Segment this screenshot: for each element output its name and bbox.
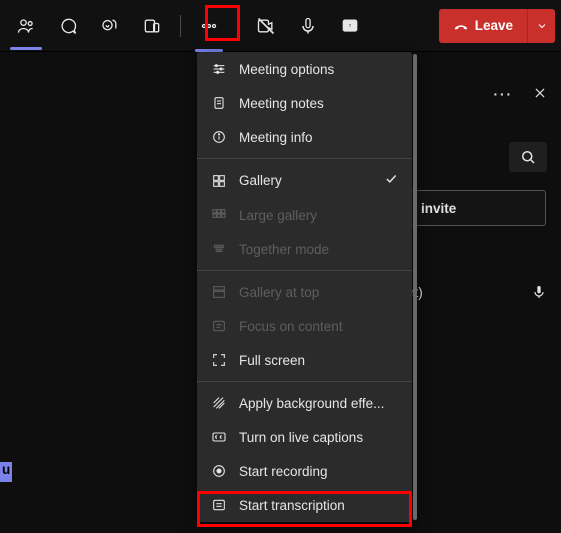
menu-item-meeting-options[interactable]: Meeting options [197,52,412,86]
menu-item-focus-on-content: Focus on content [197,309,412,343]
leave-label: Leave [475,18,513,33]
participant-row[interactable]: rt) [410,284,547,300]
toolbar-separator [237,15,238,37]
panel-more-button[interactable]: ··· [494,87,514,102]
people-icon [16,16,36,36]
chat-button[interactable] [48,6,88,46]
share-button[interactable] [330,6,370,46]
rooms-button[interactable] [132,6,172,46]
share-invite-button[interactable]: invite [410,190,546,226]
notes-icon [211,95,227,111]
menu-item-start-recording[interactable]: Start recording [197,454,412,488]
gallery-top-icon [211,284,227,300]
menu-item-meeting-notes[interactable]: Meeting notes [197,86,412,120]
hangup-icon [453,18,469,34]
menu-divider [197,381,412,382]
menu-item-meeting-info[interactable]: Meeting info [197,120,412,154]
menu-item-gallery[interactable]: Gallery [197,163,412,198]
chevron-down-icon [536,20,548,32]
background-icon [211,395,227,411]
more-icon [199,16,219,36]
participants-button[interactable] [6,6,46,46]
mic-button[interactable] [288,6,328,46]
search-icon [519,148,537,166]
large-gallery-icon [211,207,227,223]
menu-divider [197,158,412,159]
together-icon [211,241,227,257]
meeting-toolbar: Leave [0,0,561,52]
transcription-icon [211,497,227,513]
more-actions-menu: Meeting options Meeting notes Meeting in… [197,52,412,522]
chat-icon [58,16,78,36]
menu-divider [197,270,412,271]
info-icon [211,129,227,145]
share-invite-label: invite [421,201,456,216]
share-screen-icon [340,16,360,36]
more-actions-button[interactable] [189,6,229,46]
leave-dropdown[interactable] [527,9,555,43]
leave-button-group: Leave [439,9,555,43]
self-video-label: u [0,462,12,482]
camera-off-icon [256,16,276,36]
check-icon [384,172,398,189]
menu-item-gallery-at-top: Gallery at top [197,275,412,309]
mic-icon [531,284,547,300]
menu-item-full-screen[interactable]: Full screen [197,343,412,377]
fullscreen-icon [211,352,227,368]
menu-item-large-gallery: Large gallery [197,198,412,232]
options-icon [211,61,227,77]
side-panel-header-actions: ··· [494,86,548,103]
menu-item-start-transcription[interactable]: Start transcription [197,488,412,522]
menu-item-together-mode: Together mode [197,232,412,266]
mic-icon [298,16,318,36]
record-icon [211,463,227,479]
menu-scrollbar[interactable] [413,54,417,520]
focus-icon [211,318,227,334]
camera-button[interactable] [246,6,286,46]
toolbar-separator [180,15,181,37]
leave-button[interactable]: Leave [439,9,527,43]
menu-item-apply-background[interactable]: Apply background effe... [197,386,412,420]
gallery-icon [211,173,227,189]
participant-search[interactable] [509,142,547,172]
rooms-icon [142,16,162,36]
menu-item-live-captions[interactable]: Turn on live captions [197,420,412,454]
panel-close-button[interactable] [533,86,547,103]
reactions-button[interactable] [90,6,130,46]
captions-icon [211,429,227,445]
raise-hand-icon [100,16,120,36]
